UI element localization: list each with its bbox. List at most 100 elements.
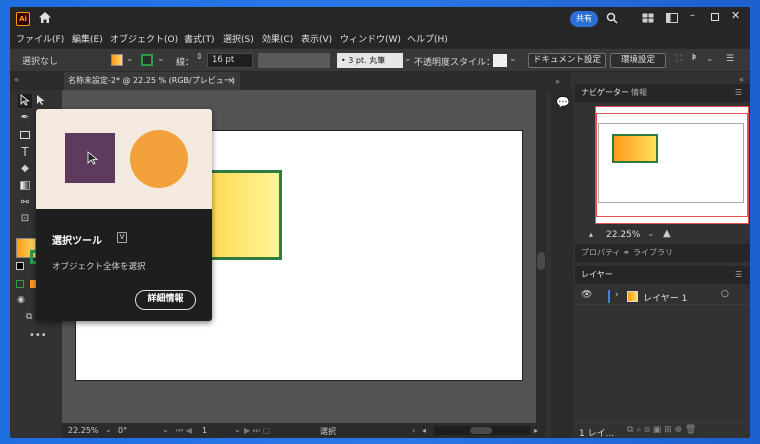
artboard-nav-prev-icon[interactable]: ⏮ ◀	[176, 426, 192, 436]
navigator-menu-icon[interactable]: ☰	[735, 84, 742, 102]
app-logo-icon: Ai	[16, 12, 30, 26]
rectangle-tool-icon[interactable]	[18, 128, 32, 142]
horizontal-scroll-thumb[interactable]	[470, 427, 492, 434]
artboard-nav-next-icon[interactable]: ▶ ⏭ ▢	[244, 426, 270, 436]
control-menu-icon[interactable]: ☰	[726, 54, 734, 64]
navigator-preview[interactable]	[595, 106, 749, 224]
type-tool-icon[interactable]: T	[18, 145, 32, 159]
workspace-icon[interactable]	[642, 13, 656, 25]
style-dropdown-icon[interactable]: ⌄	[509, 54, 517, 64]
stroke-dropdown-icon[interactable]: ⌄	[157, 54, 165, 64]
brush-definition-dropdown[interactable]: • 3 pt. 丸筆	[337, 53, 403, 68]
direct-selection-tool-icon[interactable]	[34, 94, 48, 108]
transform-icon[interactable]: ⛶	[676, 54, 682, 64]
collapse-toolbar-icon[interactable]: «	[14, 75, 19, 84]
screen-mode-icon[interactable]: ⧉	[26, 312, 32, 322]
navigator-zoom-dropdown-icon[interactable]: ⌄	[647, 229, 655, 239]
style-swatch[interactable]	[493, 54, 507, 67]
tab-navigator[interactable]: ナビゲーター	[581, 84, 629, 102]
edit-toolbar-icon[interactable]: •••	[29, 330, 47, 341]
stroke-swatch[interactable]	[141, 54, 153, 66]
comments-icon[interactable]: 💬	[556, 96, 570, 109]
opacity-label[interactable]: 不透明度	[414, 55, 450, 68]
menu-edit[interactable]: 編集(E)	[72, 32, 103, 45]
layer-row[interactable]: 👁 › レイヤー 1 ○	[575, 288, 750, 305]
tab-libraries[interactable]: ライブラリ	[633, 244, 673, 262]
menu-file[interactable]: ファイル(F)	[16, 32, 64, 45]
panel-collapse-icon[interactable]: «	[739, 75, 744, 84]
right-panel-dock: « ナビゲーター 情報 ☰ ▴ 22.25% ⌄ ▲ プロパティ ⚭ ライブラリ…	[575, 72, 750, 438]
status-bar: 22.25% ⌄ 0° ⌄ ⏮ ◀ 1 ⌄ ▶ ⏭ ▢ 選択 › ◂ ▸	[62, 423, 546, 438]
menu-object[interactable]: オブジェクト(O)	[110, 32, 178, 45]
close-tab-icon[interactable]: ×	[228, 72, 235, 90]
gradient-tool-icon[interactable]	[18, 179, 32, 193]
layer-name[interactable]: レイヤー 1	[643, 291, 687, 304]
align-dropdown-icon[interactable]: ⌄	[706, 54, 714, 64]
navigator-view-box[interactable]	[596, 113, 748, 217]
share-button[interactable]: 共有	[570, 11, 598, 27]
rotation-dropdown-icon[interactable]: ⌄	[162, 425, 169, 434]
stroke-weight-field[interactable]: 16 pt	[207, 53, 253, 68]
menu-view[interactable]: 表示(V)	[301, 32, 332, 45]
pen-tool-icon[interactable]: ✒	[18, 111, 32, 125]
canvas-vertical-scrollbar[interactable]	[536, 90, 546, 423]
hscroll-right-icon[interactable]: ▸	[534, 426, 538, 435]
document-tab[interactable]: 名称未設定-2* @ 22.25 % (RGB/プレビュー) ×	[64, 72, 240, 90]
artboard-tool-icon[interactable]: ⊡	[18, 212, 32, 226]
dock-collapse-icon[interactable]: »	[555, 77, 560, 86]
expand-layer-icon[interactable]: ›	[615, 290, 619, 300]
default-colors-icon[interactable]	[16, 262, 24, 270]
zoom-dropdown-icon[interactable]: ⌄	[105, 425, 112, 434]
rotation-value[interactable]: 0°	[118, 426, 127, 435]
navigator-zoom-in-icon[interactable]: ▲	[663, 228, 671, 239]
navigator-zoom-out-icon[interactable]: ▴	[589, 230, 593, 239]
tab-properties[interactable]: プロパティ	[581, 244, 621, 262]
align-icon[interactable]: ⊧	[692, 53, 697, 63]
menu-window[interactable]: ウィンドウ(W)	[340, 32, 401, 45]
horizontal-scrollbar[interactable]	[434, 426, 530, 435]
hscroll-left-icon[interactable]: ◂	[422, 426, 426, 435]
layers-menu-icon[interactable]: ☰	[735, 266, 742, 284]
layers-footer-icons[interactable]: ⧉ ⌕ ⧈ ▣ ⊞ ⊕ 🗑	[627, 425, 696, 435]
artboard-number[interactable]: 1	[202, 426, 207, 435]
fill-swatch[interactable]	[111, 54, 123, 66]
layer-target-icon[interactable]: ○	[721, 289, 729, 299]
variable-width-profile[interactable]	[258, 53, 330, 68]
layers-tabs: レイヤー ☰	[575, 266, 750, 284]
menu-select[interactable]: 選択(S)	[223, 32, 254, 45]
navigator-zoom-value[interactable]: 22.25%	[606, 230, 640, 240]
menu-type[interactable]: 書式(T)	[184, 32, 215, 45]
home-icon[interactable]	[38, 11, 54, 26]
brush-dropdown-icon[interactable]: ⌄	[404, 54, 412, 64]
cursor-arrow-icon	[87, 151, 99, 168]
menu-help[interactable]: ヘルプ(H)	[407, 32, 448, 45]
color-mode-icon[interactable]	[16, 280, 24, 288]
properties-tabs: プロパティ ⚭ ライブラリ	[575, 244, 750, 262]
arrange-documents-icon[interactable]	[666, 13, 680, 25]
eraser-tool-icon[interactable]: ◆	[18, 162, 32, 176]
preferences-button[interactable]: 環境設定	[610, 53, 666, 68]
zoom-level[interactable]: 22.25%	[68, 426, 99, 435]
selection-tool-icon[interactable]	[18, 93, 32, 108]
tooltip-circle-shape	[130, 130, 188, 188]
tab-info[interactable]: 情報	[631, 84, 647, 102]
artboard-dropdown-icon[interactable]: ⌄	[234, 425, 241, 434]
minimize-icon[interactable]: –	[690, 10, 695, 21]
stroke-stepper-icon[interactable]: ⇕	[196, 52, 203, 61]
brush-value: 3 pt. 丸筆	[348, 56, 386, 65]
status-arrow-icon[interactable]: ›	[412, 426, 415, 435]
tab-layers[interactable]: レイヤー	[581, 266, 613, 284]
fill-dropdown-icon[interactable]: ⌄	[126, 54, 134, 64]
learn-more-button[interactable]: 詳細情報	[135, 290, 196, 310]
scroll-thumb[interactable]	[537, 252, 545, 270]
draw-mode-icon[interactable]: ◉	[17, 295, 25, 305]
maximize-icon[interactable]	[711, 13, 719, 21]
status-mode[interactable]: 選択	[320, 426, 336, 437]
blend-tool-icon[interactable]: ⚯	[18, 196, 32, 210]
visibility-eye-icon[interactable]: 👁	[581, 290, 592, 300]
menu-effect[interactable]: 効果(C)	[262, 32, 293, 45]
layer-color-bar	[608, 290, 610, 303]
document-setup-button[interactable]: ドキュメント設定	[528, 53, 606, 68]
close-window-icon[interactable]: ✕	[731, 9, 740, 22]
search-icon[interactable]	[606, 12, 620, 26]
